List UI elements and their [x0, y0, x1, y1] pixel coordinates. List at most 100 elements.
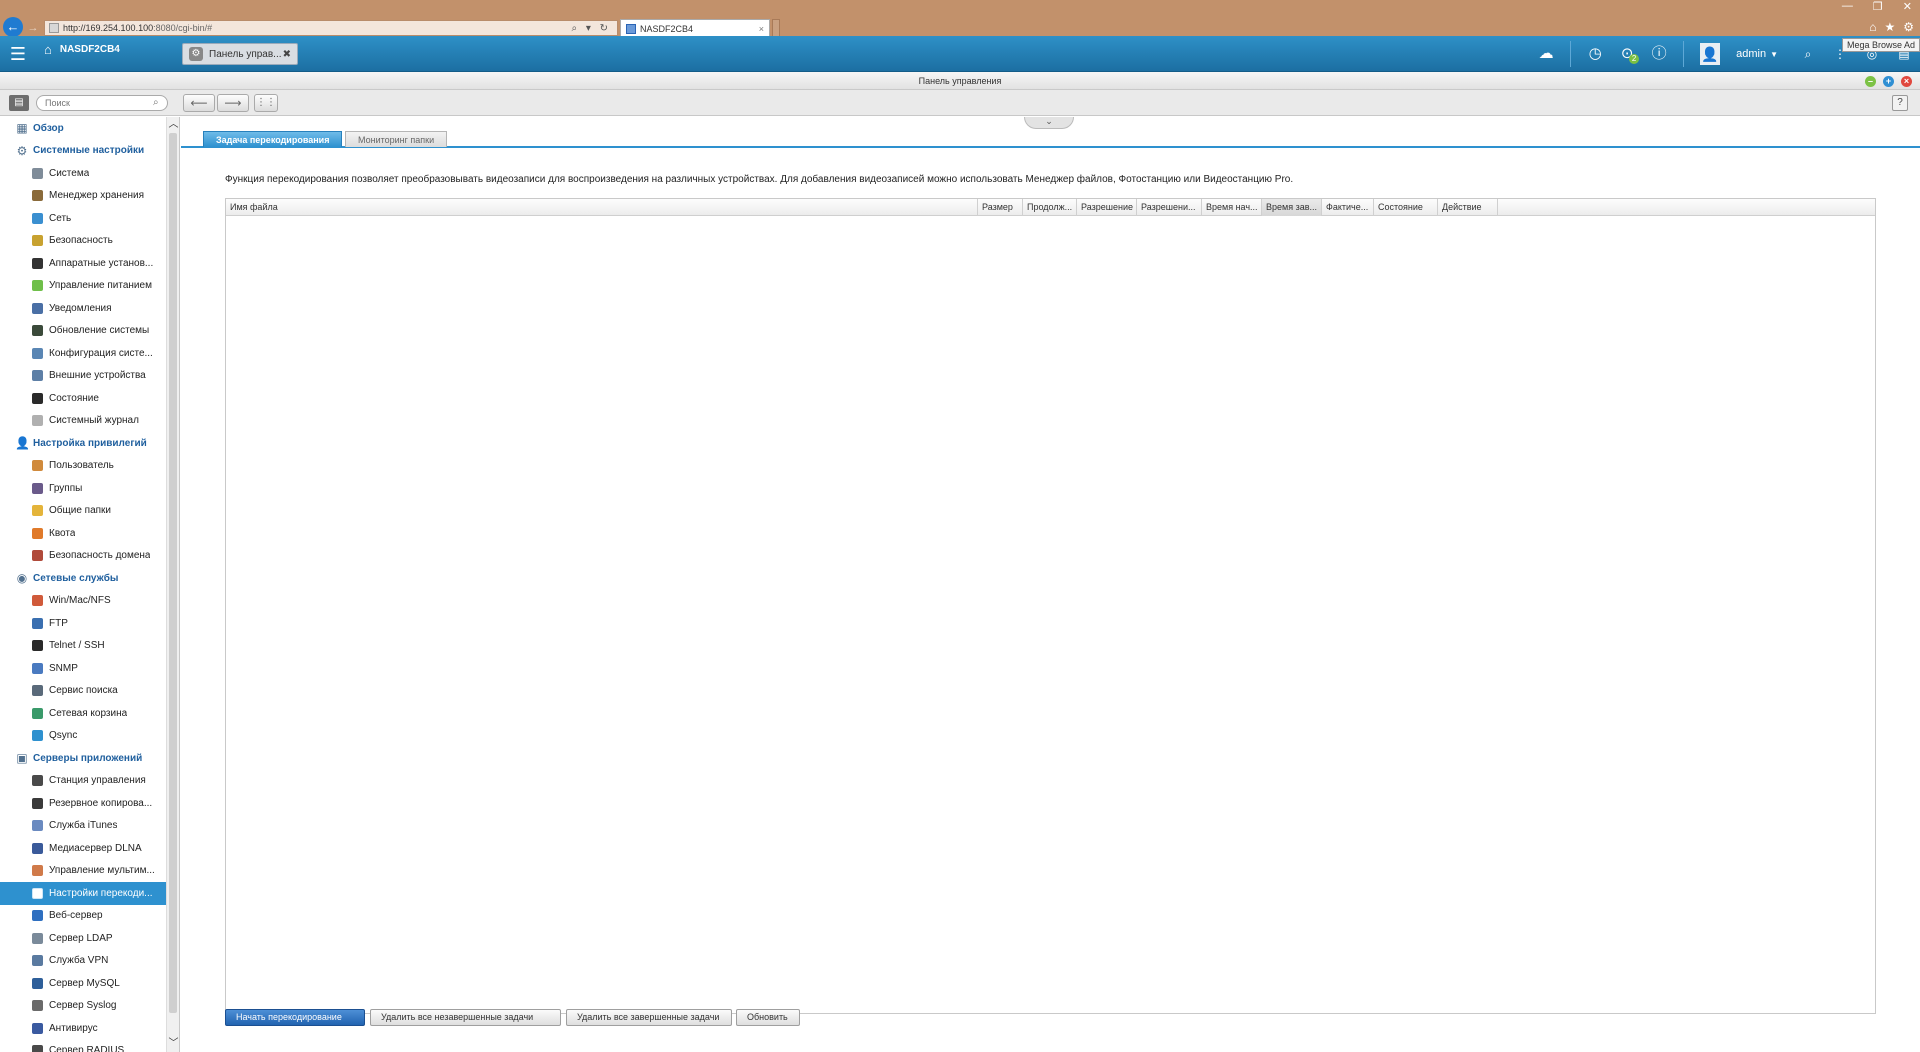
delete-unfinished-button[interactable]: Удалить все незавершенные задачи — [370, 1009, 561, 1026]
settings-gear-icon[interactable]: ⚙ — [1903, 20, 1914, 34]
sidebar-item[interactable]: Менеджер хранения — [0, 185, 166, 208]
sidebar-item[interactable]: Служба VPN — [0, 950, 166, 973]
sidebar-item[interactable]: Сервер Syslog — [0, 995, 166, 1018]
collapse-header-icon[interactable]: ⌄ — [1024, 117, 1074, 129]
sidebar-item[interactable]: Win/Mac/NFS — [0, 590, 166, 613]
tab-folder-monitoring[interactable]: Мониторинг папки — [345, 131, 448, 147]
sidebar-item[interactable]: Общие папки — [0, 500, 166, 523]
sidebar-section[interactable]: ⚙ Системные настройки — [0, 140, 166, 163]
back-button[interactable]: ⟵ — [183, 94, 215, 112]
sidebar-item[interactable]: Настройки перекоди... — [0, 882, 166, 905]
column-header-resolution[interactable]: Разрешение — [1077, 199, 1137, 216]
close-app-icon[interactable]: × — [1901, 75, 1912, 87]
sidebar-item[interactable]: Система — [0, 162, 166, 185]
column-header-filename[interactable]: Имя файла — [226, 199, 978, 216]
minimize-icon[interactable]: — — [1842, 0, 1853, 13]
sidebar-item[interactable]: Сервер RADIUS — [0, 1040, 166, 1052]
home-tab[interactable]: ⌂ NASDF2CB4 — [44, 42, 120, 57]
external-devices-icon[interactable]: ⊙ 2 — [1616, 43, 1640, 65]
avatar[interactable]: 👤 — [1700, 43, 1721, 65]
app-tab-close-icon[interactable]: ✖ — [283, 49, 291, 60]
maximize-window-icon[interactable]: + — [1883, 75, 1894, 87]
forward-button[interactable]: ⟶ — [217, 94, 249, 112]
sidebar-item[interactable]: Сеть — [0, 207, 166, 230]
tab-transcode-task[interactable]: Задача перекодирования — [203, 131, 343, 147]
column-header-actual[interactable]: Фактиче... — [1322, 199, 1374, 216]
sidebar-item[interactable]: Обновление системы — [0, 320, 166, 343]
sidebar-item[interactable]: Сетевая корзина — [0, 702, 166, 725]
column-header-action[interactable]: Действие — [1438, 199, 1498, 216]
column-header-size[interactable]: Размер — [978, 199, 1023, 216]
scrollbar-thumb[interactable] — [169, 133, 177, 1013]
sidebar-item[interactable]: Сервер LDAP — [0, 927, 166, 950]
column-header-end-time[interactable]: Время зав... — [1262, 199, 1322, 216]
sidebar-item[interactable]: SNMP — [0, 657, 166, 680]
app-tab-control-panel[interactable]: ⚙ Панель управ... ✖ — [182, 43, 298, 65]
user-name[interactable]: admin — [1736, 48, 1766, 60]
info-icon[interactable]: ⓘ — [1648, 43, 1670, 65]
favorites-star-icon[interactable]: ★ — [1884, 20, 1895, 34]
sidebar-item[interactable]: Внешние устройства — [0, 365, 166, 388]
sidebar-item[interactable]: Уведомления — [0, 297, 166, 320]
search-icon[interactable]: ⌕ — [153, 97, 159, 108]
sidebar-item[interactable]: Qsync — [0, 725, 166, 748]
delete-finished-button[interactable]: Удалить все завершенные задачи — [566, 1009, 732, 1026]
sidebar-toggle-icon[interactable]: ▤ — [9, 95, 29, 111]
refresh-button[interactable]: Обновить — [736, 1009, 800, 1026]
column-header-start-time[interactable]: Время нач... — [1202, 199, 1262, 216]
sidebar-item[interactable]: Квота — [0, 522, 166, 545]
sidebar-item[interactable]: Состояние — [0, 387, 166, 410]
chevron-down-icon[interactable]: ▼ — [1770, 50, 1778, 59]
forward-arrow-icon[interactable]: → — [26, 21, 40, 35]
main-menu-icon[interactable]: ☰ — [8, 44, 28, 64]
new-tab-button[interactable] — [772, 19, 780, 37]
background-tasks-icon[interactable]: ◷ — [1584, 43, 1606, 65]
sidebar-section[interactable]: 👤 Настройка привилегий — [0, 432, 166, 455]
address-controls[interactable]: ⌕ ▾ ↻ — [571, 23, 611, 34]
sidebar-item[interactable]: Безопасность домена — [0, 545, 166, 568]
sidebar-item[interactable]: Сервис поиска — [0, 680, 166, 703]
search-icon[interactable]: ⌕ — [1797, 43, 1819, 65]
sidebar-item[interactable]: Конфигурация систе... — [0, 342, 166, 365]
close-window-icon[interactable]: ✕ — [1903, 0, 1912, 13]
sidebar-item[interactable]: Группы — [0, 477, 166, 500]
scroll-up-icon[interactable]: ︿ — [168, 119, 179, 131]
home-icon[interactable]: ⌂ — [1869, 20, 1876, 34]
start-transcoding-button[interactable]: Начать перекодирование — [225, 1009, 365, 1026]
address-bar[interactable]: http://169.254.100.100 :8080/cgi-bin/# ⌕… — [44, 20, 618, 36]
sidebar-section[interactable]: ◉ Сетевые службы — [0, 567, 166, 590]
grid-icon: ▦ — [16, 121, 28, 136]
sidebar-item[interactable]: Telnet / SSH — [0, 635, 166, 658]
tab-close-icon[interactable]: × — [759, 24, 764, 34]
scroll-down-icon[interactable]: ﹀ — [168, 1038, 179, 1050]
column-header-status[interactable]: Состояние — [1374, 199, 1438, 216]
sidebar-section[interactable]: ▦ Обзор — [0, 117, 166, 140]
sidebar-item[interactable]: Системный журнал — [0, 410, 166, 433]
back-arrow-icon[interactable]: ← — [3, 17, 23, 37]
column-header-duration[interactable]: Продолж... — [1023, 199, 1077, 216]
sidebar-item[interactable]: Резервное копирова... — [0, 792, 166, 815]
apps-grid-icon[interactable]: ⋮⋮ — [254, 94, 278, 112]
sidebar-item[interactable]: Пользователь — [0, 455, 166, 478]
sidebar-item[interactable]: Управление питанием — [0, 275, 166, 298]
sidebar-item[interactable]: Станция управления — [0, 770, 166, 793]
sidebar-item[interactable]: Безопасность — [0, 230, 166, 253]
sidebar-item[interactable]: Антивирус — [0, 1017, 166, 1040]
restore-icon[interactable]: ❐ — [1873, 0, 1883, 13]
sidebar-scrollbar[interactable]: ︿ ﹀ — [166, 117, 179, 1052]
sidebar-item[interactable]: Веб-сервер — [0, 905, 166, 928]
minimize-window-icon[interactable]: – — [1865, 75, 1876, 87]
help-button[interactable]: ? — [1892, 95, 1908, 111]
sidebar-item[interactable]: Медиасервер DLNA — [0, 837, 166, 860]
column-header-resolution-target[interactable]: Разрешени... — [1137, 199, 1202, 216]
sidebar-item[interactable]: Служба iTunes — [0, 815, 166, 838]
folder-icon — [32, 505, 43, 517]
browser-tab[interactable]: NASDF2CB4 × — [620, 19, 770, 37]
sidebar-section[interactable]: ▣ Серверы приложений — [0, 747, 166, 770]
search-input[interactable] — [36, 95, 168, 111]
sidebar-item[interactable]: Управление мультим... — [0, 860, 166, 883]
sidebar-item[interactable]: FTP — [0, 612, 166, 635]
sidebar-item[interactable]: Аппаратные установ... — [0, 252, 166, 275]
cloud-icon[interactable]: ☁ — [1535, 43, 1557, 65]
sidebar-item[interactable]: Сервер MySQL — [0, 972, 166, 995]
